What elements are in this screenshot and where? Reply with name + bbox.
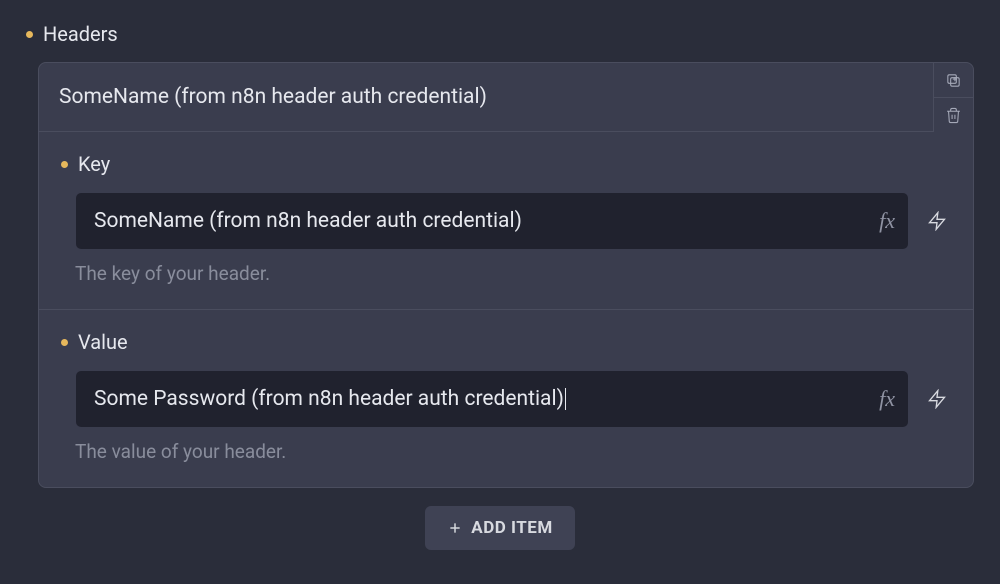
value-field-block: Value Some Password (from n8n header aut…	[39, 310, 973, 487]
value-label: Value	[78, 330, 128, 354]
value-label-row: Value	[61, 330, 951, 354]
item-summary[interactable]: SomeName (from n8n header auth credentia…	[39, 63, 933, 132]
duplicate-icon	[945, 72, 962, 89]
add-item-button[interactable]: ADD ITEM	[425, 506, 574, 550]
value-input[interactable]: Some Password (from n8n header auth cred…	[75, 370, 909, 428]
key-hint: The key of your header.	[75, 262, 951, 285]
delete-button[interactable]	[934, 98, 973, 132]
trash-icon	[945, 107, 962, 124]
duplicate-button[interactable]	[934, 63, 973, 98]
item-controls	[933, 63, 973, 132]
bolt-icon	[927, 211, 947, 231]
item-header-row: SomeName (from n8n header auth credentia…	[39, 63, 973, 132]
bullet-icon	[61, 161, 68, 168]
key-label-row: Key	[61, 152, 951, 176]
bullet-icon	[26, 31, 33, 38]
header-item-card: SomeName (from n8n header auth credentia…	[38, 62, 974, 488]
add-item-row: ADD ITEM	[26, 506, 974, 550]
expression-toggle-button[interactable]	[923, 207, 951, 235]
value-input-row: Some Password (from n8n header auth cred…	[75, 370, 951, 428]
add-item-label: ADD ITEM	[471, 518, 552, 538]
key-input-value: SomeName (from n8n header auth credentia…	[94, 209, 522, 233]
plus-icon	[447, 520, 463, 536]
key-input-wrap: SomeName (from n8n header auth credentia…	[75, 192, 909, 250]
value-input-value: Some Password (from n8n header auth cred…	[94, 387, 564, 411]
bullet-icon	[61, 339, 68, 346]
value-input-wrap: Some Password (from n8n header auth cred…	[75, 370, 909, 428]
headers-panel: Headers SomeName (from n8n header auth c…	[0, 0, 1000, 568]
key-field-block: Key SomeName (from n8n header auth crede…	[39, 132, 973, 310]
value-hint: The value of your header.	[75, 440, 951, 463]
section-header: Headers	[26, 22, 974, 46]
key-input-row: SomeName (from n8n header auth credentia…	[75, 192, 951, 250]
key-label: Key	[78, 152, 110, 176]
section-title: Headers	[43, 22, 118, 46]
key-input[interactable]: SomeName (from n8n header auth credentia…	[75, 192, 909, 250]
text-caret-icon	[565, 388, 566, 410]
expression-toggle-button[interactable]	[923, 385, 951, 413]
bolt-icon	[927, 389, 947, 409]
